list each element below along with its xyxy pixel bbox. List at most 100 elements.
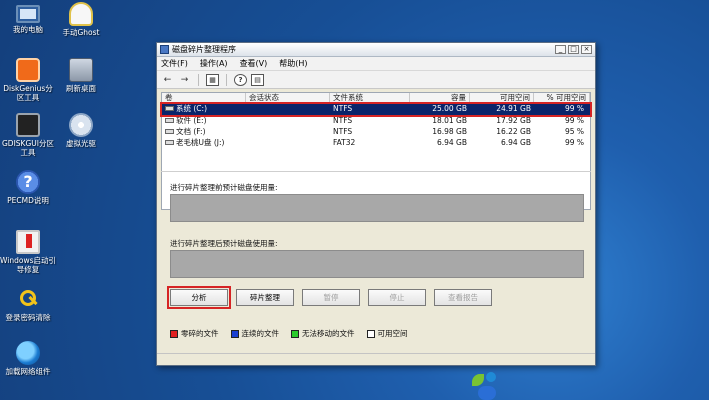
status-cell (246, 104, 330, 115)
menu-bar: 文件(F) 操作(A) 查看(V) 帮助(H) (157, 57, 595, 71)
stop-button[interactable]: 停止 (368, 289, 426, 306)
status-cell (246, 138, 330, 149)
column-header-capacity[interactable]: 容量 (410, 93, 470, 103)
refresh-icon (69, 58, 93, 82)
before-usage-bar (170, 194, 584, 222)
back-arrow-icon[interactable]: ← (161, 74, 174, 86)
volume-name: 老毛桃U盘 (J:) (176, 138, 225, 147)
desktop-icon-gdisk[interactable]: GDISKGUI分区工具 (0, 113, 56, 157)
view-report-button[interactable]: 查看报告 (434, 289, 492, 306)
window-titlebar[interactable]: 磁盘碎片整理程序 _ □ × (157, 43, 595, 57)
desktop-icon-network[interactable]: 加载网络组件 (0, 341, 56, 376)
volume-list-header: 卷 会话状态 文件系统 容量 可用空间 % 可用空间 (162, 93, 590, 104)
defrag-window: 磁盘碎片整理程序 _ □ × 文件(F) 操作(A) 查看(V) 帮助(H) ←… (156, 42, 596, 366)
maximize-button[interactable]: □ (568, 45, 579, 54)
properties-icon[interactable]: ▦ (206, 73, 219, 86)
help-icon: ? (16, 170, 40, 194)
desktop-icon-refresh[interactable]: 刷新桌面 (53, 58, 109, 93)
volume-row[interactable]: 老毛桃U盘 (J:) FAT32 6.94 GB 6.94 GB 99 % (162, 138, 590, 149)
capacity-cell: 16.98 GB (432, 127, 467, 136)
capacity-cell: 25.00 GB (432, 104, 467, 113)
action-buttons: 分析 碎片整理 暂停 停止 查看报告 (167, 286, 492, 309)
capacity-cell: 6.94 GB (436, 138, 467, 147)
percent-free-cell: 99 % (564, 116, 584, 125)
free-space-cell: 6.94 GB (500, 138, 531, 147)
volume-cell: 老毛桃U盘 (J:) (162, 138, 246, 149)
volume-cell: 系统 (C:) (162, 104, 246, 115)
free-space-cell: 17.92 GB (496, 116, 531, 125)
column-header-percent-free[interactable]: % 可用空间 (534, 93, 590, 103)
console-tree-icon[interactable]: ▤ (251, 73, 264, 86)
volume-row[interactable]: 系统 (C:) NTFS 25.00 GB 24.91 GB 99 % (160, 102, 592, 117)
percent-free-cell: 99 % (564, 104, 584, 113)
minimize-button[interactable]: _ (555, 45, 566, 54)
pause-button[interactable]: 暂停 (302, 289, 360, 306)
desktop-icon-label: PECMD说明 (7, 196, 49, 205)
before-usage-label: 进行碎片整理前预计磁盘使用量: (170, 183, 278, 192)
volume-name: 软件 (E:) (176, 116, 207, 125)
column-header-file-system[interactable]: 文件系统 (330, 93, 410, 103)
boot-repair-icon (16, 230, 40, 254)
contiguous-swatch (230, 329, 239, 338)
desktop-icon-password-clear[interactable]: 登录密码清除 (0, 287, 56, 322)
legend-item-free-space: 可用空间 (366, 328, 408, 339)
desktop-icon-my-computer[interactable]: 我的电脑 (0, 2, 56, 34)
menu-help[interactable]: 帮助(H) (279, 58, 307, 69)
desktop-icon-label: 加载网络组件 (5, 367, 51, 376)
percent-free-cell: 99 % (564, 138, 584, 147)
drive-icon (165, 129, 174, 134)
desktop-icon-label: 虚拟光驱 (66, 139, 96, 148)
column-header-session-status[interactable]: 会话状态 (246, 93, 330, 103)
desktop-icon-label: DiskGenius分区工具 (3, 84, 53, 102)
fragmented-swatch (170, 329, 178, 338)
status-cell (246, 127, 330, 138)
desktop-icon-pecmd[interactable]: ? PECMD说明 (0, 170, 56, 205)
gdisk-icon (16, 113, 40, 137)
cd-icon (69, 113, 93, 137)
fs-cell: NTFS (333, 116, 353, 125)
defrag-button[interactable]: 碎片整理 (236, 289, 294, 306)
desktop-icon-diskgenius[interactable]: DiskGenius分区工具 (0, 58, 56, 102)
window-title: 磁盘碎片整理程序 (172, 45, 236, 54)
status-bar (157, 353, 595, 365)
analyze-button[interactable]: 分析 (167, 286, 231, 309)
volume-cell: 文档 (F:) (162, 127, 246, 138)
legend-label: 可用空间 (377, 329, 408, 338)
usb-drive-icon (165, 140, 174, 145)
after-usage-bar (170, 250, 584, 278)
legend-item-unmovable: 无法移动的文件 (291, 328, 355, 339)
status-cell (246, 116, 330, 127)
legend-item-fragmented: 零碎的文件 (170, 328, 219, 339)
desktop-icon-label: 登录密码清除 (5, 313, 51, 322)
menu-view[interactable]: 查看(V) (240, 58, 268, 69)
toolbar: ← → ▦ ? ▤ (157, 71, 595, 89)
toolbar-separator (226, 73, 227, 86)
key-icon (16, 287, 40, 311)
column-header-volume[interactable]: 卷 (162, 93, 246, 103)
desktop-icon-label: Windows启动引导修复 (0, 256, 56, 274)
desktop-icon-ghost[interactable]: 手动Ghost (53, 2, 109, 37)
volume-cell: 软件 (E:) (162, 116, 246, 127)
volume-name: 系统 (C:) (176, 104, 207, 113)
percent-free-cell: 95 % (564, 127, 584, 136)
free-space-cell: 16.22 GB (496, 127, 531, 136)
help-icon[interactable]: ? (234, 73, 247, 86)
menu-action[interactable]: 操作(A) (200, 58, 228, 69)
close-button[interactable]: × (581, 45, 592, 54)
toolbar-separator (198, 73, 199, 86)
ghost-icon (69, 2, 93, 26)
column-header-free-space[interactable]: 可用空间 (470, 93, 534, 103)
defrag-app-icon (160, 45, 169, 54)
legend-item-contiguous: 连续的文件 (230, 328, 279, 339)
forward-arrow-icon[interactable]: → (178, 74, 191, 86)
legend: 零碎的文件 连续的文件 无法移动的文件 可用空间 (170, 328, 408, 339)
desktop-icon-label: 刷新桌面 (66, 84, 96, 93)
menu-file[interactable]: 文件(F) (161, 58, 188, 69)
fs-cell: FAT32 (333, 138, 356, 147)
legend-label: 零碎的文件 (181, 329, 219, 338)
desktop-icon-boot-repair[interactable]: Windows启动引导修复 (0, 230, 56, 274)
volume-row[interactable]: 软件 (E:) NTFS 18.01 GB 17.92 GB 99 % (162, 116, 590, 127)
desktop-icon-virtual-cd[interactable]: 虚拟光驱 (53, 113, 109, 148)
fs-cell: NTFS (333, 104, 353, 113)
volume-row[interactable]: 文档 (F:) NTFS 16.98 GB 16.22 GB 95 % (162, 127, 590, 138)
